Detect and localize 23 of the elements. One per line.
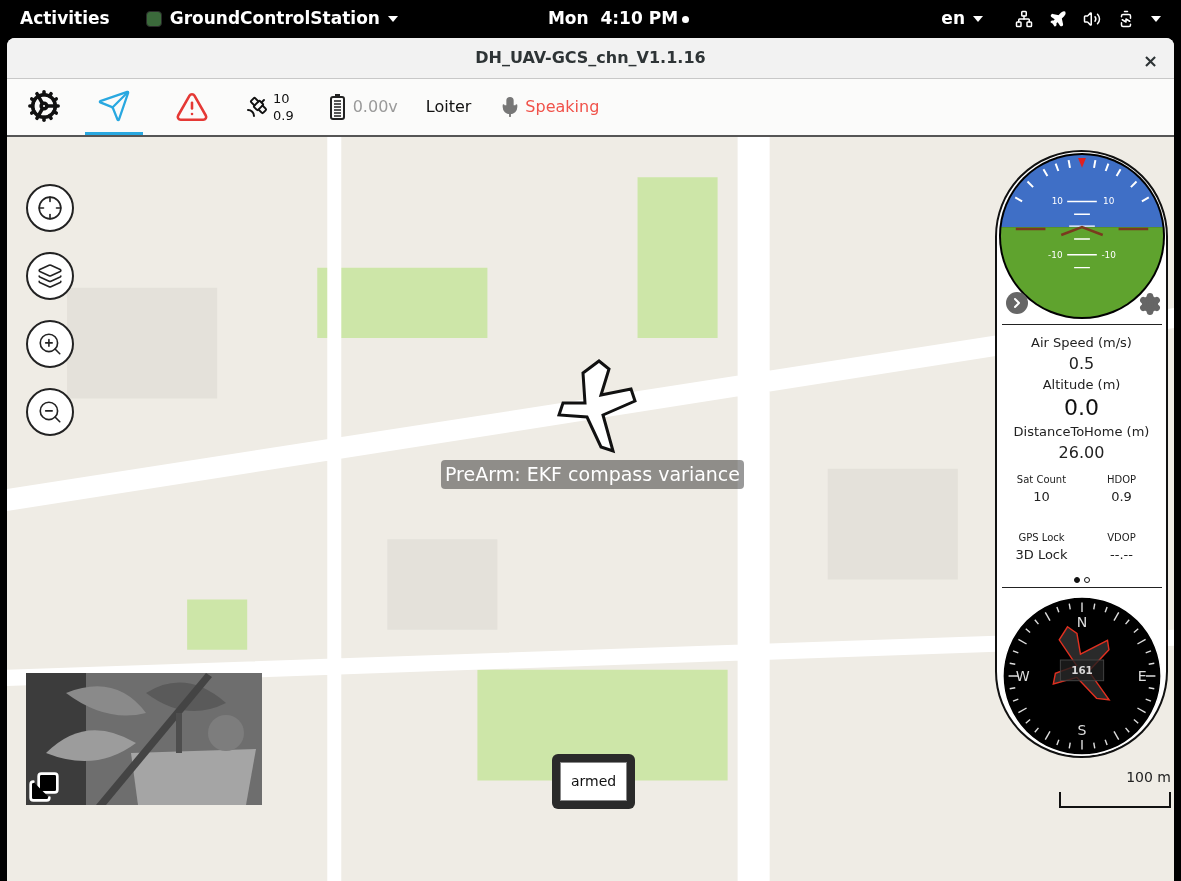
satellite-count: 10 bbox=[273, 90, 291, 107]
settings-icon bbox=[27, 88, 61, 123]
speech-status: Speaking bbox=[525, 96, 600, 118]
app-menu-button[interactable]: GroundControlStation bbox=[169, 6, 398, 32]
paper-plane-icon bbox=[97, 88, 131, 123]
window-title: DH_UAV-GCS_chn_V1.1.16 bbox=[475, 47, 706, 69]
menu-caret-icon bbox=[1151, 16, 1161, 22]
satellite-icon bbox=[245, 95, 269, 119]
hdop-value: 0.9 bbox=[273, 107, 294, 124]
clock[interactable]: Mon 4:10 PM bbox=[547, 6, 679, 32]
caret-icon bbox=[973, 16, 983, 22]
activities-button[interactable]: Activities bbox=[20, 6, 110, 32]
network-icon bbox=[1015, 10, 1033, 28]
close-button[interactable]: × bbox=[1142, 47, 1158, 74]
voltage-reading: 0.00v bbox=[352, 96, 398, 118]
flight-mode[interactable]: Loiter bbox=[425, 95, 472, 119]
language-button[interactable]: en bbox=[941, 6, 983, 32]
warning-icon bbox=[175, 90, 209, 124]
app-icon bbox=[145, 11, 162, 27]
airplane-icon bbox=[1049, 10, 1067, 28]
volume-icon bbox=[1083, 10, 1101, 28]
caret-icon bbox=[387, 16, 398, 22]
battery-icon bbox=[329, 94, 345, 120]
